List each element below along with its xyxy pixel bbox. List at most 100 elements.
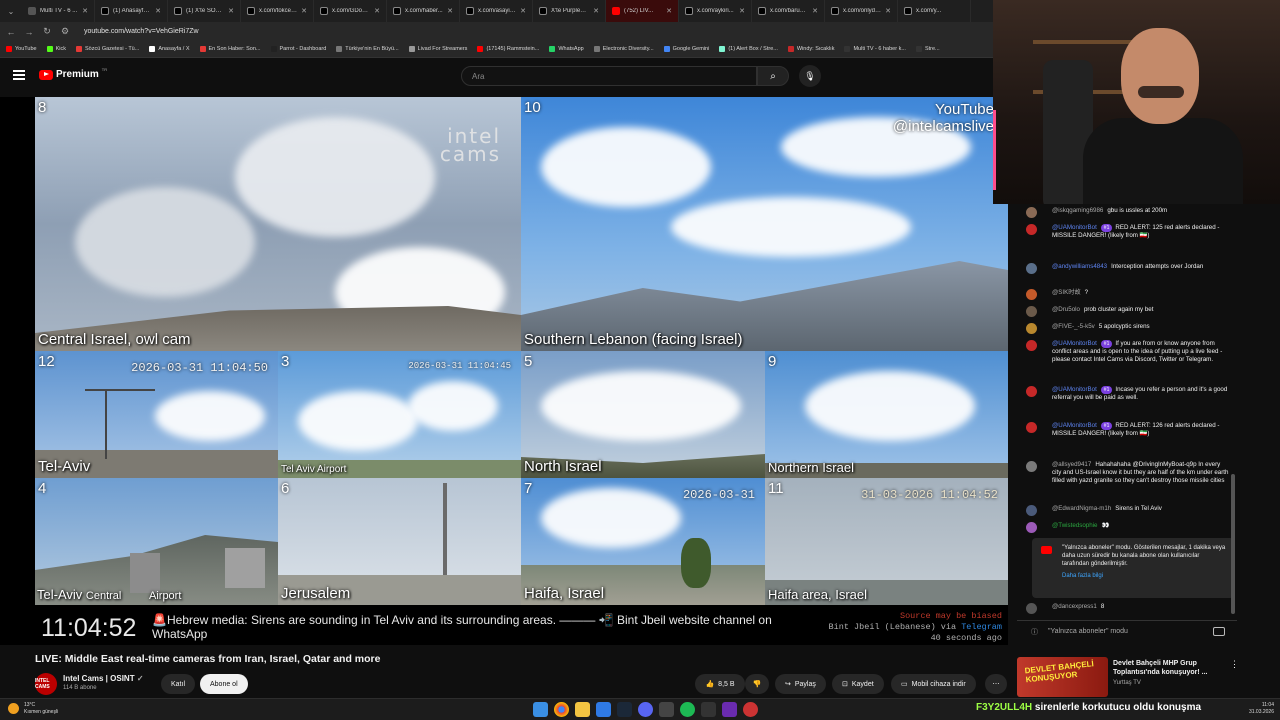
close-icon[interactable]: ✕ <box>374 7 380 15</box>
youtube-icon <box>612 7 620 15</box>
chat-scrollbar[interactable] <box>1231 474 1235 614</box>
bookmark[interactable]: WhatsApp <box>549 46 584 52</box>
back-icon[interactable]: ← <box>6 27 16 37</box>
video-thumbnail[interactable]: DEVLET BAHÇELİ KONUŞUYOR <box>1017 657 1108 697</box>
close-icon[interactable]: ✕ <box>447 7 453 15</box>
channel-avatar[interactable]: INTEL CAMS <box>35 673 57 695</box>
recommended-title[interactable]: Devlet Bahçeli MHP Grup Toplantısı'nda k… <box>1113 659 1225 677</box>
browser-tab-active[interactable]: (752) LIV... ✕ <box>606 0 679 22</box>
weather-widget[interactable]: 13°C Kısmen güneşli <box>8 702 58 716</box>
more-actions-button[interactable]: ⋯ <box>985 674 1007 694</box>
bookmark[interactable]: Livad For Streamers <box>408 46 467 52</box>
bookmark[interactable]: YouTube <box>6 46 37 52</box>
browser-tab[interactable]: Multi TV - 6 ... ✕ <box>22 0 95 22</box>
close-icon[interactable]: ✕ <box>82 7 88 15</box>
browser-tab[interactable]: (1) X'te SON ... ✕ <box>168 0 241 22</box>
discord-icon[interactable] <box>638 702 653 717</box>
chrome-icon[interactable] <box>554 702 569 717</box>
start-icon[interactable] <box>533 702 548 717</box>
browser-tab[interactable]: x.com/tokcen... ✕ <box>241 0 314 22</box>
close-icon[interactable]: ✕ <box>885 7 891 15</box>
recommended-channel[interactable]: Yurttaş TV <box>1113 680 1141 686</box>
browser-tab[interactable]: X'te PurpleBi... ✕ <box>533 0 606 22</box>
x-icon <box>320 7 328 15</box>
url-field[interactable]: youtube.com/watch?v=VehGieRi7Zw <box>84 28 199 35</box>
chat-message: @SIK时故? <box>1026 289 1231 300</box>
bookmark[interactable]: Multi TV - 6 haber k... <box>844 46 906 52</box>
close-icon[interactable]: ✕ <box>812 7 818 15</box>
x-icon <box>101 7 109 15</box>
parrot-icon <box>270 46 277 52</box>
device-icon: ▭ <box>901 681 908 688</box>
browser-tab[interactable]: x.com/haber... ✕ <box>387 0 460 22</box>
browser-tab[interactable]: x.com/aykiri... ✕ <box>679 0 752 22</box>
close-icon[interactable]: ✕ <box>228 7 234 15</box>
chat-message: @UAMonitorBot #1 RED ALERT: 126 red alerts… <box>1026 422 1231 438</box>
channel-name[interactable]: Intel Cams | OSINT ✓ <box>63 674 144 683</box>
bookmark[interactable]: Anasayfa / X <box>149 46 190 52</box>
search-input[interactable]: Ara <box>461 66 757 86</box>
bookmark[interactable]: Kick <box>46 46 66 52</box>
like-button[interactable]: 👍 8,5 B <box>695 674 745 694</box>
close-icon[interactable]: ✕ <box>593 7 599 15</box>
browser-tab[interactable]: x.com/barust... ✕ <box>752 0 825 22</box>
bookmark[interactable]: Electronic Diversity... <box>593 46 654 52</box>
browser-tab[interactable]: x.com/y... <box>898 0 971 22</box>
bookmark[interactable]: Sözcü Gazetesi - Tü... <box>76 46 139 52</box>
bookmark[interactable]: Parrot - Dashboard <box>270 46 326 52</box>
steam-icon[interactable] <box>617 702 632 717</box>
bookmark[interactable]: Google Gemini <box>663 46 709 52</box>
bookmark[interactable]: (1) Alert Box / Stre... <box>719 46 778 52</box>
obs-icon[interactable] <box>722 702 737 717</box>
folder-icon[interactable] <box>575 702 590 717</box>
chat-avatar <box>1026 505 1037 516</box>
reload-icon[interactable]: ↻ <box>42 26 52 37</box>
close-icon[interactable]: ✕ <box>520 7 526 15</box>
more-vert-icon[interactable]: ⋮ <box>1230 659 1239 670</box>
app-icon[interactable] <box>659 702 674 717</box>
tab-search-icon[interactable]: ⌄ <box>0 0 22 22</box>
app-icon[interactable] <box>701 702 716 717</box>
close-icon[interactable]: ✕ <box>155 7 161 15</box>
browser-tab[interactable]: x.com/onlydr... ✕ <box>825 0 898 22</box>
keyboard-icon[interactable] <box>1213 627 1225 636</box>
bookmark[interactable]: Windy: Sıcaklık <box>787 46 834 52</box>
chat-message: @UAMonitorBot #1 RED ALERT: 125 red alerts… <box>1026 224 1231 240</box>
bookmark-icon: ⊡ <box>842 681 848 688</box>
recommended-video[interactable]: DEVLET BAHÇELİ KONUŞUYOR Devlet Bahçeli … <box>1017 657 1247 697</box>
forward-icon[interactable]: → <box>24 27 34 37</box>
download-mobile-button[interactable]: ▭ Mobil cihaza indir <box>891 674 976 694</box>
system-clock[interactable]: 11:04 31.03.2026 <box>1249 702 1274 716</box>
share-button[interactable]: ↪ Paylaş <box>775 674 826 694</box>
menu-icon[interactable] <box>13 70 25 80</box>
chat-avatar <box>1026 289 1037 300</box>
camera-feed: 4 Tel-Aviv Central Airport <box>35 478 278 605</box>
chat-avatar <box>1026 422 1037 433</box>
bookmark[interactable]: En Son Haber: Son... <box>199 46 261 52</box>
app-icon[interactable] <box>743 702 758 717</box>
video-player[interactable]: intel cams 8 Central Israel, owl cam You… <box>0 97 1008 645</box>
search-button[interactable]: ⌕ <box>757 66 789 86</box>
learn-more-link[interactable]: Daha fazla bilgi <box>1062 572 1228 580</box>
close-icon[interactable]: ✕ <box>301 7 307 15</box>
youtube-logo[interactable]: Premium TR <box>39 67 107 80</box>
dislike-button[interactable]: 👎 <box>745 674 769 694</box>
bookmark[interactable]: Türkiye'nin En Büyü... <box>336 46 399 52</box>
app-icon[interactable] <box>596 702 611 717</box>
save-button[interactable]: ⊡ Kaydet <box>832 674 884 694</box>
join-button[interactable]: Katıl <box>161 674 196 694</box>
bookmark[interactable]: Stre... <box>915 46 940 52</box>
info-icon[interactable]: ⓘ <box>1031 627 1038 637</box>
browser-tab[interactable]: (1) Anasayfa / X✕ <box>95 0 168 22</box>
whatsapp-icon <box>549 46 556 52</box>
subscribe-button[interactable]: Abone ol <box>200 674 248 694</box>
browser-tab[interactable]: x.com/GDon... ✕ <box>314 0 387 22</box>
spotify-icon[interactable] <box>680 702 695 717</box>
voice-search-button[interactable]: 🎙 <box>799 65 821 87</box>
close-icon[interactable]: ✕ <box>666 7 672 15</box>
bookmark[interactable]: (17145) Rammstein... <box>477 46 539 52</box>
browser-tab[interactable]: x.com/asayis... ✕ <box>460 0 533 22</box>
close-icon[interactable]: ✕ <box>739 7 745 15</box>
site-info-icon[interactable]: ⚙ <box>60 26 70 37</box>
streamlabs-icon <box>719 46 726 52</box>
